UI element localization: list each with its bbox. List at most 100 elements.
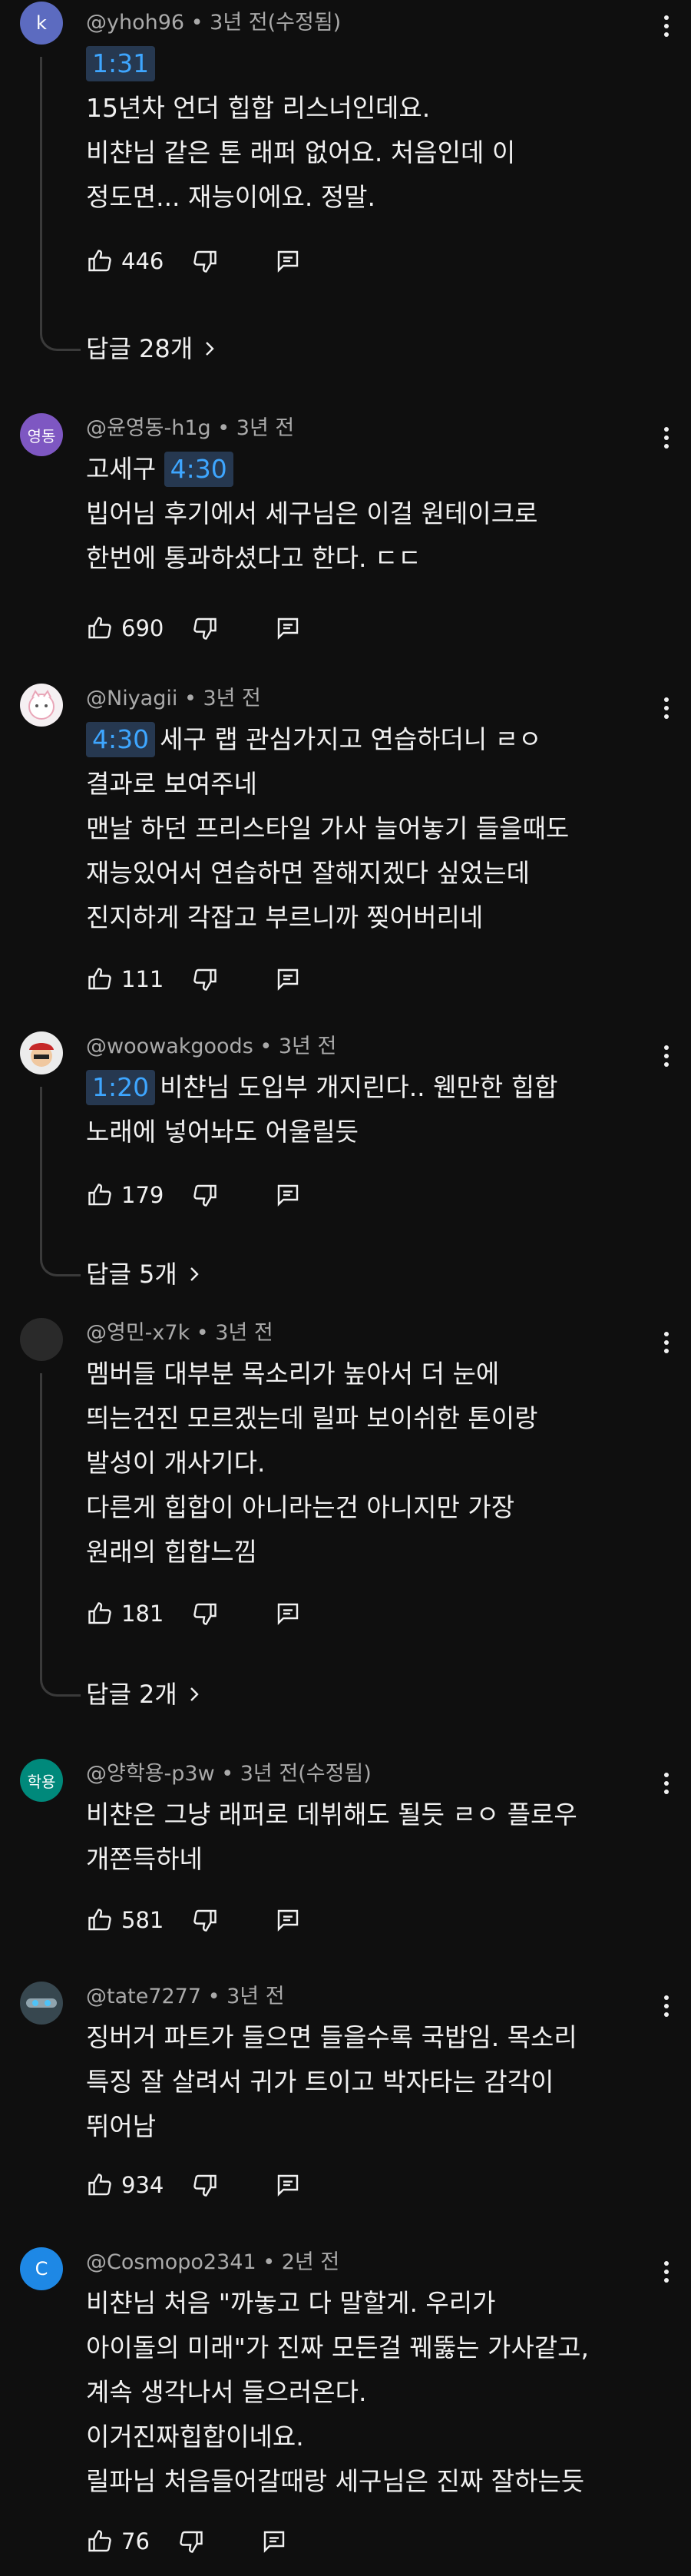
thumbs-up-icon[interactable] (86, 2528, 114, 2555)
thumbs-up-icon[interactable] (86, 1181, 114, 1209)
more-options-icon[interactable] (651, 1035, 682, 1078)
like-count: 181 (121, 1601, 164, 1627)
chevron-right-icon (190, 1687, 199, 1701)
more-options-icon[interactable] (651, 1762, 682, 1805)
more-options-icon[interactable] (651, 1321, 682, 1364)
chevron-right-icon (206, 342, 214, 356)
timestamp-link[interactable]: 1:20 (86, 1070, 156, 1105)
thread-line (40, 1087, 42, 1257)
comment-line: 고세구 (86, 454, 157, 484)
comment-text: 1:31 15년차 언더 힙합 리스너인데요. 비챤님 같은 톤 래퍼 없어요.… (86, 41, 654, 220)
thumbs-up-icon[interactable] (86, 965, 114, 993)
avatar[interactable]: C (20, 2247, 63, 2290)
comment-line: 이거진짜힙합이네요. (86, 2422, 304, 2452)
thread-connector (40, 1243, 81, 1276)
comment-line: 한번에 통과하셨다고 한다. ㄷㄷ (86, 543, 422, 573)
more-options-icon[interactable] (651, 5, 682, 48)
comment-header: @woowakgoods • 3년 전 (86, 1035, 337, 1058)
more-options-icon[interactable] (651, 1985, 682, 2028)
reply-icon[interactable] (274, 247, 302, 275)
comment-line: 진지하게 각잡고 부르니까 찢어버리네 (86, 902, 484, 932)
timestamp-link[interactable]: 1:31 (86, 46, 156, 81)
reply-icon[interactable] (274, 1600, 302, 1627)
thread-line (40, 57, 42, 332)
comment-line: 비챤님 같은 톤 래퍼 없어요. 처음인데 이 (86, 137, 516, 167)
thumbs-down-icon[interactable] (191, 965, 219, 993)
thumbs-down-icon[interactable] (191, 1181, 219, 1209)
avatar[interactable] (20, 1318, 63, 1361)
thumbs-down-icon[interactable] (191, 614, 219, 642)
thumbs-up-icon[interactable] (86, 1906, 114, 1934)
timestamp-link[interactable]: 4:30 (86, 722, 156, 757)
comment-line: 비챤님 처음 "까놓고 다 말할게. 우리가 (86, 2288, 496, 2318)
like-count: 179 (121, 1182, 164, 1208)
reply-icon[interactable] (260, 2528, 288, 2555)
avatar[interactable]: k (20, 2, 63, 45)
comment-line: 릴파님 처음들어갈때랑 세구님은 진짜 잘하는듯 (86, 2466, 585, 2496)
comment-text: 비챤님 처음 "까놓고 다 말할게. 우리가 아이돌의 미래"가 진짜 모든걸 … (86, 2281, 654, 2504)
comment-text: 4:30 세구 랩 관심가지고 연습하더니 ㄹㅇ 결과로 보여주네 맨날 하던 프… (86, 717, 654, 940)
like-count: 690 (121, 615, 164, 641)
avatar-illustration (28, 690, 55, 720)
comment-text: 1:20 비챤님 도입부 개지린다.. 웬만한 힙합 노래에 넣어놔도 어울릴듯 (86, 1065, 654, 1154)
comment-actions: 934 (86, 2166, 302, 2204)
comment-header: @yhoh96 • 3년 전(수정됨) (86, 11, 342, 35)
comment-line: 띄는건진 모르겠는데 릴파 보이쉬한 톤이랑 (86, 1403, 538, 1433)
comment-line: 개쫀득하네 (86, 1844, 203, 1874)
timestamp-link[interactable]: 4:30 (164, 452, 233, 487)
more-options-icon[interactable] (651, 2250, 682, 2293)
avatar[interactable] (20, 1031, 63, 1074)
avatar[interactable] (20, 684, 63, 727)
comment-line: 재능있어서 연습하면 잘해지겠다 싶었는데 (86, 858, 530, 888)
comment-actions: 179 (86, 1176, 302, 1214)
reply-icon[interactable] (274, 614, 302, 642)
thumbs-down-icon[interactable] (191, 247, 219, 275)
comment-line: 정도면... 재능이에요. 정말. (86, 182, 376, 212)
comment-actions: 446 (86, 242, 302, 280)
comment-actions: 690 (86, 609, 302, 647)
reply-icon[interactable] (274, 1906, 302, 1934)
replies-label: 답글 5개 (86, 1260, 177, 1289)
comment-actions: 581 (86, 1901, 302, 1939)
avatar-illustration (29, 1043, 54, 1067)
replies-toggle[interactable]: 답글 5개 (86, 1251, 200, 1297)
comment-actions: 111 (86, 960, 302, 998)
comment-line: 비챤은 그냥 래퍼로 데뷔해도 될듯 ㄹㅇ 플로우 (86, 1800, 577, 1829)
reply-icon[interactable] (274, 965, 302, 993)
comment-line: 발성이 개사기다. (86, 1448, 266, 1478)
more-options-icon[interactable] (651, 687, 682, 730)
replies-toggle[interactable]: 답글 2개 (86, 1671, 200, 1717)
comment-line: 결과로 보여주네 (86, 769, 258, 799)
thumbs-down-icon[interactable] (191, 1600, 219, 1627)
replies-toggle[interactable]: 답글 28개 (86, 326, 216, 372)
comment-line: 뛰어남 (86, 2111, 157, 2141)
like-count: 446 (121, 248, 164, 274)
avatar-illustration (26, 1998, 57, 2008)
comment-line: 계속 생각나서 들으러온다. (86, 2377, 367, 2407)
comment-header: @윤영동-h1g • 3년 전 (86, 416, 295, 440)
like-count: 111 (121, 966, 164, 992)
comment-text: 징버거 파트가 들으면 들을수록 국밥임. 목소리 특징 잘 살려서 귀가 트이… (86, 2015, 654, 2149)
thumbs-up-icon[interactable] (86, 2171, 114, 2199)
comment-line: 다른게 힙합이 아니라는건 아니지만 가장 (86, 1492, 515, 1522)
thumbs-up-icon[interactable] (86, 247, 114, 275)
thumbs-up-icon[interactable] (86, 1600, 114, 1627)
comment-header: @tate7277 • 3년 전 (86, 1985, 285, 2008)
comment-text: 비챤은 그냥 래퍼로 데뷔해도 될듯 ㄹㅇ 플로우 개쫀득하네 (86, 1793, 654, 1882)
thumbs-down-icon[interactable] (191, 1906, 219, 1934)
comment-text: 고세구 4:30 빕어님 후기에서 세구님은 이걸 원테이크로 한번에 통과하셨… (86, 447, 654, 581)
more-options-icon[interactable] (651, 416, 682, 459)
thread-connector (40, 1664, 81, 1697)
avatar[interactable]: 학용 (20, 1759, 63, 1802)
thumbs-down-icon[interactable] (191, 2171, 219, 2199)
comment-header: @Cosmopo2341 • 2년 전 (86, 2250, 340, 2274)
avatar[interactable]: 영동 (20, 413, 63, 456)
avatar[interactable] (20, 1982, 63, 2025)
reply-icon[interactable] (274, 1181, 302, 1209)
comment-header: @영민-x7k • 3년 전 (86, 1321, 273, 1345)
like-count: 581 (121, 1907, 164, 1933)
reply-icon[interactable] (274, 2171, 302, 2199)
thumbs-up-icon[interactable] (86, 614, 114, 642)
comment-line: 빕어님 후기에서 세구님은 이걸 원테이크로 (86, 498, 538, 528)
thumbs-down-icon[interactable] (177, 2528, 205, 2555)
